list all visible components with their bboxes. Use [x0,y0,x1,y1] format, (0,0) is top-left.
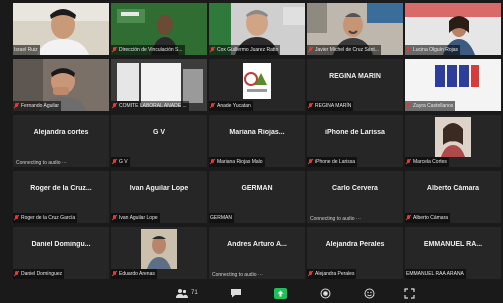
muted-mic-icon [308,103,313,109]
participant-name-label: Marcela Cortes [405,157,449,167]
participant-name-label: REGINA MARÍN [307,101,354,111]
participant-name-label: Alejandra Perales [307,269,357,279]
participant-display-name: Ivan Aguilar Lope [129,185,189,192]
muted-mic-icon [210,159,215,165]
muted-mic-icon [14,271,19,277]
participant-display-name: Alejandra cortes [33,129,89,136]
participant-tile[interactable]: COMITE LABORAL ANADE ... [111,59,207,111]
participant-name-label: EMMANUEL RAA ARANA [405,269,466,279]
participant-name-label: Ivan Aguilar Lope [111,213,160,223]
participant-tile[interactable]: Anade Yucatan [209,59,305,111]
participant-tile[interactable]: Dirección de Vinculación S... [111,3,207,55]
participant-tile[interactable]: Israel Ruiz [13,3,109,55]
participant-display-name: iPhone de Larissa [325,129,385,136]
muted-mic-icon [112,159,117,165]
participant-tile[interactable]: Cox Guillermo Juarez Ratto [209,3,305,55]
participant-name-label: iPhone de Larissa [307,157,358,167]
audio-connecting-status: Connecting to audio ··· [16,160,67,166]
muted-mic-icon [406,159,411,165]
muted-mic-icon [14,103,19,109]
muted-mic-icon [308,159,313,165]
participant-name-label: Daniel Domínguez [13,269,65,279]
participant-display-name: GERMAN [241,185,273,192]
participant-display-name: Andres Arturo A... [227,241,287,248]
muted-mic-icon [210,47,215,53]
audio-connecting-status: Connecting to audio ··· [212,272,263,278]
participant-tile[interactable]: Alejandra Perales Alejandra Perales [307,227,403,279]
participant-grid: Israel Ruiz Dirección de Vinculación S..… [13,3,501,280]
reactions-button[interactable] [364,287,375,299]
audio-connecting-status: Connecting to audio ··· [310,216,361,222]
share-screen-icon [274,287,287,299]
participants-count: 71 [191,290,198,296]
meeting-toolbar: 71 [0,283,503,303]
participant-display-name: Mariana Riojas... [229,129,285,136]
muted-mic-icon [210,103,215,109]
participant-display-name: Roger de la Cruz... [30,185,92,192]
muted-mic-icon [406,103,411,109]
participant-tile[interactable]: Mariana Riojas... Mariana Riojas Malo [209,115,305,167]
participant-name-label: Zayra Castellanos [405,101,456,111]
participant-name-label: Dirección de Vinculación S... [111,45,185,55]
participant-display-name: Daniel Domingu... [31,241,91,248]
participant-tile[interactable]: Roger de la Cruz... Roger de la Cruz Gar… [13,171,109,223]
chat-button[interactable] [230,287,242,299]
participant-tile[interactable]: Eduardo Arenas [111,227,207,279]
participant-name-label: Mariana Riojas Malo [209,157,265,167]
participant-name-label: Lucina Olguín Rojas [405,45,461,55]
participant-tile[interactable]: Alberto Cámara Alberto Cámara [405,171,501,223]
participant-tile[interactable]: EMMANUEL RA... EMMANUEL RAA ARANA [405,227,501,279]
muted-mic-icon [308,47,313,53]
participant-tile[interactable]: Alejandra cortes Connecting to audio ··· [13,115,109,167]
muted-mic-icon [308,271,313,277]
participant-tile[interactable]: GERMAN GERMAN [209,171,305,223]
chat-icon [230,288,242,298]
participant-display-name: Alejandra Perales [325,241,385,248]
participant-name-label: COMITE LABORAL ANADE ... [111,101,189,111]
participant-tile[interactable]: Javier Michel de Cruz Sánt... [307,3,403,55]
muted-mic-icon [112,103,117,109]
record-icon [320,288,331,299]
participants-button[interactable]: 71 [176,287,198,299]
participant-name-label: GERMAN [209,213,234,223]
participant-display-name: Alberto Cámara [426,185,480,192]
participant-tile[interactable]: iPhone de Larissa iPhone de Larissa [307,115,403,167]
participant-display-name: Carlo Cervera [332,185,378,192]
participant-name-label: Alberto Cámara [405,213,451,223]
muted-mic-icon [406,215,411,221]
participant-name-label: Eduardo Arenas [111,269,157,279]
participant-name-label: Israel Ruiz [13,45,40,55]
participant-display-name: G V [152,129,166,136]
fullscreen-button[interactable] [404,287,415,299]
muted-mic-icon [112,215,117,221]
participant-tile[interactable]: Carlo Cervera Connecting to audio ··· [307,171,403,223]
participants-icon [176,288,188,298]
fullscreen-icon [404,287,415,299]
zoom-gallery-window: Israel Ruiz Dirección de Vinculación S..… [0,0,503,303]
participant-name-label: Roger de la Cruz García [13,213,78,223]
participant-tile[interactable]: REGINA MARÍN REGINA MARÍN [307,59,403,111]
participant-tile[interactable]: Andres Arturo A... Connecting to audio ·… [209,227,305,279]
muted-mic-icon [406,47,411,53]
share-screen-button[interactable] [274,287,287,299]
muted-mic-icon [112,47,117,53]
participant-display-name: EMMANUEL RA... [423,241,483,248]
participant-tile[interactable]: Marcela Cortes [405,115,501,167]
participant-tile[interactable]: Fernando Aguilar [13,59,109,111]
participant-tile[interactable]: G V G V [111,115,207,167]
muted-mic-icon [112,271,117,277]
participant-display-name: REGINA MARÍN [329,73,381,80]
muted-mic-icon [14,215,19,221]
participant-tile[interactable]: Daniel Domingu... Daniel Domínguez [13,227,109,279]
participant-name-label: Anade Yucatan [209,101,253,111]
participant-tile[interactable]: Ivan Aguilar Lope Ivan Aguilar Lope [111,171,207,223]
participant-name-label: Cox Guillermo Juarez Ratto [209,45,281,55]
participant-name-label: G V [111,157,130,167]
participant-tile[interactable]: Lucina Olguín Rojas [405,3,501,55]
participant-name-label: Javier Michel de Cruz Sánt... [307,45,381,55]
reactions-icon [364,288,375,299]
record-button[interactable] [320,287,331,299]
participant-name-label: Fernando Aguilar [13,101,62,111]
participant-tile[interactable]: Zayra Castellanos [405,59,501,111]
